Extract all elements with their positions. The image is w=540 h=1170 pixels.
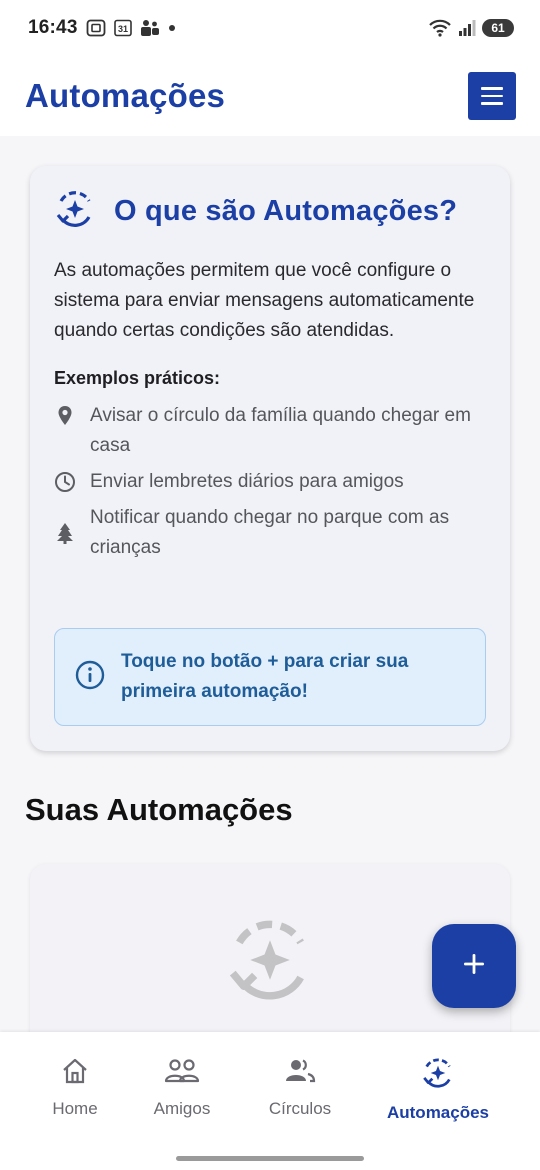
nav-item-circulos[interactable]: Círculos bbox=[262, 1056, 338, 1119]
examples-label: Exemplos práticos: bbox=[54, 368, 221, 388]
menu-icon-line bbox=[481, 87, 503, 90]
info-card-title: O que são Automações? bbox=[114, 194, 458, 227]
nav-label: Amigos bbox=[153, 1099, 211, 1118]
nav-item-automacoes[interactable]: Automações bbox=[384, 1056, 492, 1123]
app-bar: Automações bbox=[0, 56, 540, 136]
nav-label: Automações bbox=[386, 1103, 490, 1122]
example-item: Avisar o círculo da família quando chega… bbox=[54, 401, 486, 461]
calendar-notification-icon: 31 bbox=[113, 19, 132, 37]
location-pin-icon bbox=[54, 401, 76, 431]
empty-automation-icon bbox=[224, 914, 316, 1011]
page-title: Automações bbox=[25, 77, 226, 114]
circles-icon bbox=[284, 1056, 316, 1091]
automation-icon bbox=[54, 188, 96, 235]
calendar-day: 31 bbox=[118, 24, 128, 34]
nav-item-amigos[interactable]: Amigos bbox=[148, 1056, 216, 1119]
example-item: Enviar lembretes diários para amigos bbox=[54, 467, 486, 497]
section-title: Suas Automações bbox=[25, 792, 293, 827]
home-icon bbox=[60, 1056, 90, 1091]
menu-icon-line bbox=[481, 94, 503, 98]
screenshot-notification-icon bbox=[86, 19, 106, 37]
signal-icon bbox=[458, 19, 476, 37]
example-text: Avisar o círculo da família quando chega… bbox=[90, 405, 471, 456]
plus-icon bbox=[462, 952, 486, 981]
nav-label: Círculos bbox=[268, 1099, 332, 1118]
teams-notification-icon bbox=[140, 19, 160, 37]
screen: 16:43 31 61 Automações O que são Automaç… bbox=[0, 0, 540, 1170]
wifi-icon bbox=[428, 19, 452, 37]
status-bar: 16:43 31 61 bbox=[0, 0, 540, 56]
bottom-navigation: Home Amigos Círculos Automações bbox=[0, 1032, 540, 1170]
status-right: 61 bbox=[428, 19, 514, 37]
example-item: Notificar quando chegar no parque com as… bbox=[54, 503, 486, 563]
status-time: 16:43 bbox=[28, 17, 78, 38]
example-text: Notificar quando chegar no parque com as… bbox=[90, 507, 450, 558]
tip-box: Toque no botão + para criar sua primeira… bbox=[54, 628, 486, 726]
menu-icon-line bbox=[481, 102, 503, 105]
more-notifications-dot-icon bbox=[168, 24, 176, 32]
nav-label: Home bbox=[52, 1099, 98, 1118]
info-card-header: O que são Automações? bbox=[54, 188, 486, 234]
gesture-navigation-bar[interactable] bbox=[176, 1156, 364, 1161]
info-card-description: As automações permitem que você configur… bbox=[54, 260, 475, 341]
info-icon bbox=[75, 660, 105, 695]
status-left: 16:43 31 bbox=[28, 17, 176, 39]
info-card: O que são Automações? As automações perm… bbox=[30, 166, 510, 751]
clock-icon bbox=[54, 467, 76, 497]
tip-text: Toque no botão + para criar sua primeira… bbox=[121, 651, 409, 702]
friends-icon bbox=[164, 1056, 200, 1091]
tree-icon bbox=[54, 503, 76, 563]
menu-button[interactable] bbox=[468, 72, 516, 120]
automation-icon bbox=[421, 1056, 455, 1095]
examples-list: Avisar o círculo da família quando chega… bbox=[54, 401, 486, 563]
battery-indicator: 61 bbox=[482, 19, 514, 37]
add-automation-button[interactable] bbox=[432, 924, 516, 1008]
example-text: Enviar lembretes diários para amigos bbox=[90, 471, 404, 492]
nav-item-home[interactable]: Home bbox=[48, 1056, 102, 1119]
